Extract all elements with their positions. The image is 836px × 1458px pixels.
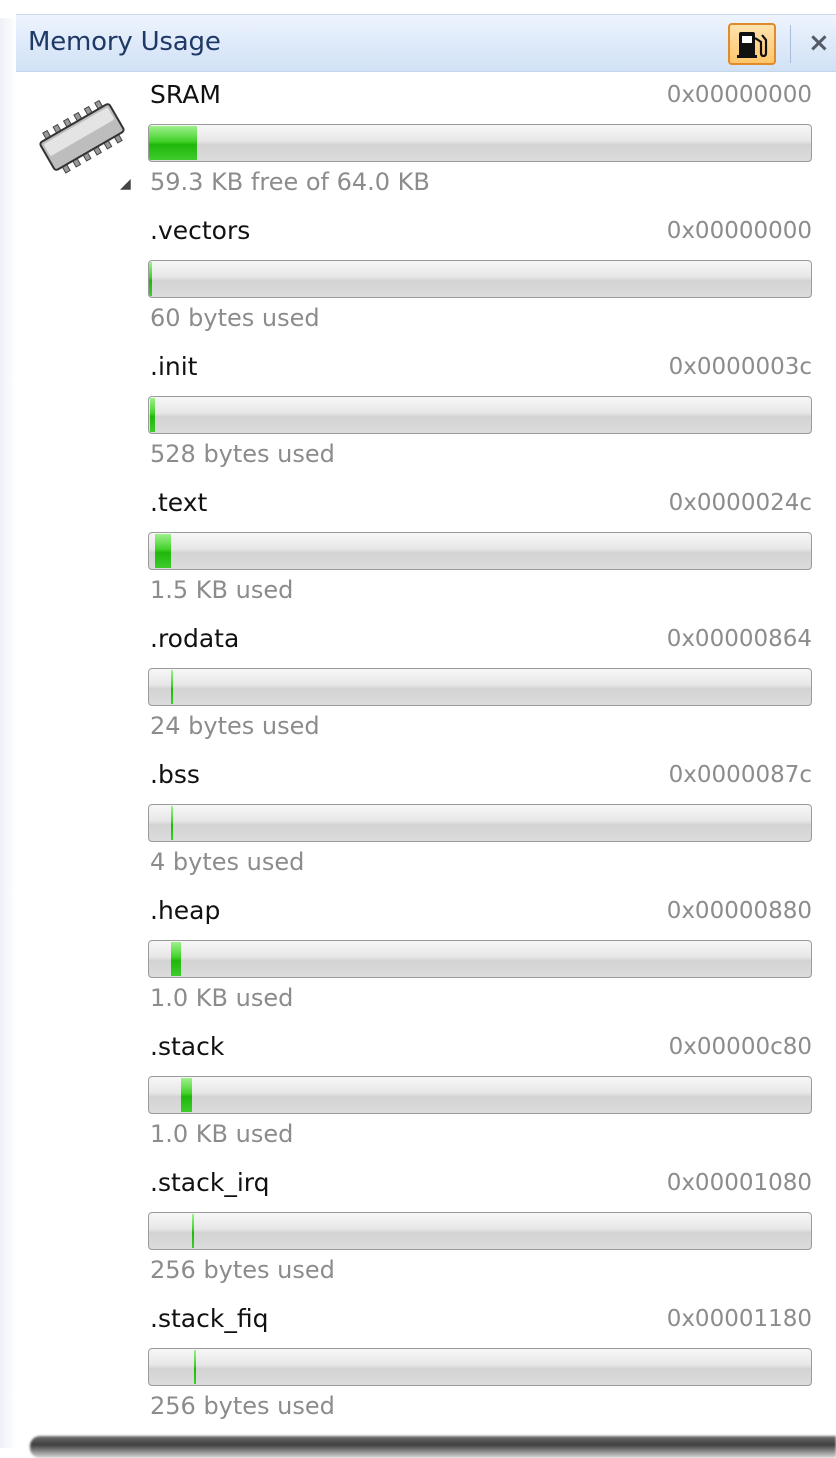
memory-region-row: .vectors 0x00000000 60 bytes used (148, 214, 814, 350)
usage-bar-fill (194, 1350, 197, 1384)
window-edge (0, 18, 16, 1448)
usage-bar (148, 1212, 812, 1250)
usage-bar (148, 1348, 812, 1386)
region-name: .text (150, 488, 208, 517)
region-address: 0x00000c80 (668, 1034, 812, 1060)
usage-bar-fill (149, 126, 198, 160)
memory-region-row: .text 0x0000024c 1.5 KB used (148, 486, 814, 622)
collapse-arrow-icon[interactable]: ◢ (120, 176, 131, 192)
usage-bar-fill (170, 942, 182, 976)
region-usage-text: 528 bytes used (150, 440, 335, 468)
region-address: 0x00000864 (666, 626, 812, 652)
close-button[interactable]: × (808, 27, 836, 59)
region-name: .stack_irq (150, 1168, 270, 1197)
usage-bar-fill (149, 398, 155, 432)
usage-bar (148, 940, 812, 978)
memory-region-row: .stack 0x00000c80 1.0 KB used (148, 1030, 814, 1166)
region-name: .vectors (150, 216, 251, 245)
region-usage-text: 4 bytes used (150, 848, 305, 876)
fuel-pump-icon (737, 32, 768, 58)
usage-bar-fill (149, 262, 152, 296)
memory-region-row: .stack_fiq 0x00001180 256 bytes used (148, 1302, 814, 1438)
usage-bar-fill (170, 806, 173, 840)
region-address: 0x00001180 (666, 1306, 812, 1332)
region-address: 0x00000880 (666, 898, 812, 924)
usage-bar (148, 124, 812, 162)
region-name: .rodata (150, 624, 240, 653)
usage-bar-fill (170, 670, 173, 704)
usage-bar-fill (192, 1214, 195, 1248)
usage-bar-fill (154, 534, 171, 568)
region-usage-text: 24 bytes used (150, 712, 320, 740)
region-usage-text: 1.0 KB used (150, 1120, 294, 1148)
usage-bar-fill (181, 1078, 193, 1112)
memory-region-row: .stack_irq 0x00001080 256 bytes used (148, 1166, 814, 1302)
memory-region-row: .heap 0x00000880 1.0 KB used (148, 894, 814, 1030)
region-name: .stack_fiq (150, 1304, 269, 1333)
memory-usage-window: Memory Usage × ◢ SRAM 0x00000000 59.3 KB… (0, 0, 836, 1458)
region-name: .bss (150, 760, 200, 789)
memory-region-row: .init 0x0000003c 528 bytes used (148, 350, 814, 486)
region-usage-text: 256 bytes used (150, 1392, 335, 1420)
usage-bar (148, 668, 812, 706)
memory-region-row: SRAM 0x00000000 59.3 KB free of 64.0 KB (148, 78, 814, 214)
region-address: 0x00001080 (666, 1170, 812, 1196)
usage-bar (148, 260, 812, 298)
region-usage-text: 59.3 KB free of 64.0 KB (150, 168, 430, 196)
region-usage-text: 256 bytes used (150, 1256, 335, 1284)
fuel-pump-button[interactable] (728, 23, 776, 65)
title-separator (790, 25, 791, 63)
region-name: .init (150, 352, 198, 381)
region-usage-text: 1.5 KB used (150, 576, 294, 604)
region-name: .stack (150, 1032, 225, 1061)
region-name: .heap (150, 896, 221, 925)
window-bottom-shadow (30, 1436, 836, 1458)
window-title: Memory Usage (28, 27, 221, 57)
usage-bar (148, 804, 812, 842)
memory-region-row: .rodata 0x00000864 24 bytes used (148, 622, 814, 758)
region-usage-text: 60 bytes used (150, 304, 320, 332)
usage-bar (148, 532, 812, 570)
usage-bar (148, 396, 812, 434)
region-address: 0x0000003c (668, 354, 812, 380)
region-address: 0x00000000 (666, 218, 812, 244)
region-name: SRAM (150, 80, 221, 109)
usage-bar (148, 1076, 812, 1114)
memory-region-row: .bss 0x0000087c 4 bytes used (148, 758, 814, 894)
region-address: 0x00000000 (666, 82, 812, 108)
region-usage-text: 1.0 KB used (150, 984, 294, 1012)
region-address: 0x0000024c (668, 490, 812, 516)
title-bar: Memory Usage × (16, 14, 836, 72)
memory-chip-icon (39, 100, 125, 174)
region-address: 0x0000087c (668, 762, 812, 788)
